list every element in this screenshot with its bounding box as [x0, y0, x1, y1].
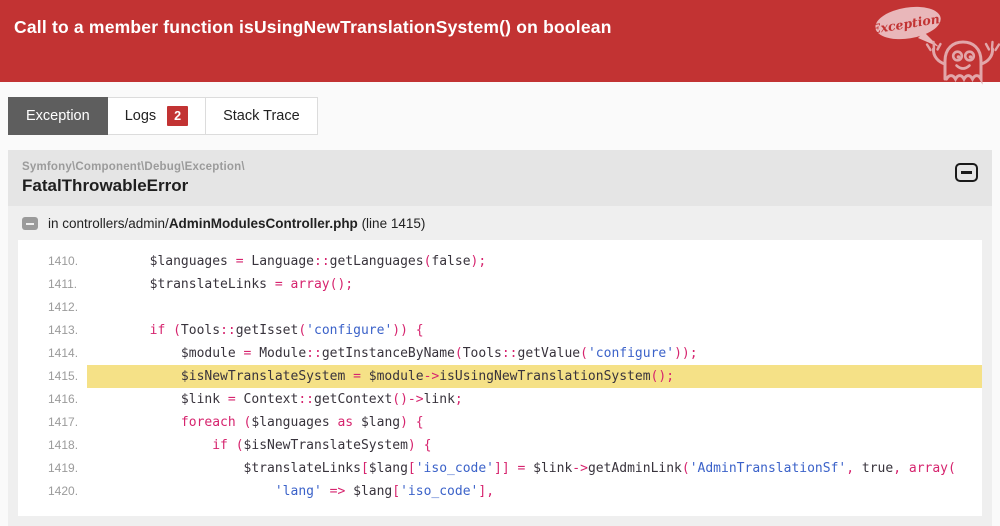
code-excerpt: 1410. $languages = Language::getLanguage… [18, 240, 982, 516]
source-location-row: in controllers/admin/AdminModulesControl… [8, 206, 992, 240]
code-line: 1418. if ($isNewTranslateSystem) { [18, 434, 982, 457]
line-number: 1416. [48, 392, 79, 406]
tab-stack-trace[interactable]: Stack Trace [206, 97, 318, 135]
code-line: 1416. $link = Context::getContext()->lin… [18, 388, 982, 411]
collapse-trace-minus-icon[interactable] [22, 217, 38, 230]
source-file-name: AdminModulesController.php [168, 216, 358, 231]
tab-label: Logs [124, 108, 157, 124]
code-text: $translateLinks[$lang['iso_code']] = $li… [87, 461, 956, 476]
code-line: 1420. 'lang' => $lang['iso_code'], [18, 480, 982, 503]
source-location: in controllers/admin/AdminModulesControl… [48, 216, 425, 231]
line-number: 1415. [48, 369, 79, 383]
code-text: $languages = Language::getLanguages(fals… [87, 254, 487, 269]
line-number: 1418. [48, 438, 79, 452]
line-number: 1412. [48, 300, 79, 314]
code-text: $module = Module::getInstanceByName(Tool… [87, 346, 698, 361]
tab-count-badge: 2 [167, 106, 189, 126]
exception-class: FatalThrowableError [22, 176, 189, 195]
code-text: if ($isNewTranslateSystem) { [87, 438, 432, 453]
code-text: if (Tools::getIsset('configure')) { [87, 323, 424, 338]
tab-label: Stack Trace [223, 108, 300, 124]
exception-namespace: Symfony\Component\Debug\Exception\ [22, 161, 245, 173]
error-message: Call to a member function isUsingNewTran… [14, 17, 612, 37]
source-line-number: (line 1415) [357, 216, 426, 231]
code-line-highlighted: 1415. $isNewTranslateSystem = $module->i… [18, 365, 982, 388]
exception-panel: Symfony\Component\Debug\Exception\ Fatal… [8, 150, 992, 526]
ghost-icon: Exception! [869, 6, 1000, 85]
error-banner: Call to a member function isUsingNewTran… [0, 0, 1000, 85]
code-text: $isNewTranslateSystem = $module->isUsing… [87, 365, 982, 388]
code-text: $translateLinks = array(); [87, 277, 354, 292]
code-line: 1412. [18, 296, 982, 319]
code-line: 1411. $translateLinks = array(); [18, 273, 982, 296]
tab-logs[interactable]: Logs 2 [107, 97, 207, 135]
tab-exception[interactable]: Exception [8, 97, 108, 135]
collapse-minus-icon[interactable] [955, 163, 978, 182]
code-line: 1414. $module = Module::getInstanceByNam… [18, 342, 982, 365]
code-line: 1419. $translateLinks[$lang['iso_code']]… [18, 457, 982, 480]
ghost-exception-mascot: Exception! [868, 1, 1000, 90]
code-line: 1417. foreach ($languages as $lang) { [18, 411, 982, 434]
line-number: 1411. [48, 277, 78, 291]
line-number: 1414. [48, 346, 79, 360]
line-number: 1417. [48, 415, 79, 429]
code-text [87, 296, 982, 319]
code-text: $link = Context::getContext()->link; [87, 392, 463, 407]
source-location-prefix: in controllers/admin/ [48, 216, 169, 231]
tab-label: Exception [26, 108, 90, 124]
code-text: foreach ($languages as $lang) { [87, 415, 424, 430]
line-number: 1420. [48, 484, 79, 498]
code-line: 1413. if (Tools::getIsset('configure')) … [18, 319, 982, 342]
line-number: 1410. [48, 254, 79, 268]
debug-tabs: Exception Logs 2 Stack Trace [8, 97, 992, 135]
exception-panel-header: Symfony\Component\Debug\Exception\ Fatal… [8, 150, 992, 206]
line-number: 1419. [48, 461, 79, 475]
ghost-body [925, 40, 1000, 85]
line-number: 1413. [48, 323, 79, 337]
code-text: 'lang' => $lang['iso_code'], [274, 484, 495, 499]
code-line: 1410. $languages = Language::getLanguage… [18, 250, 982, 273]
